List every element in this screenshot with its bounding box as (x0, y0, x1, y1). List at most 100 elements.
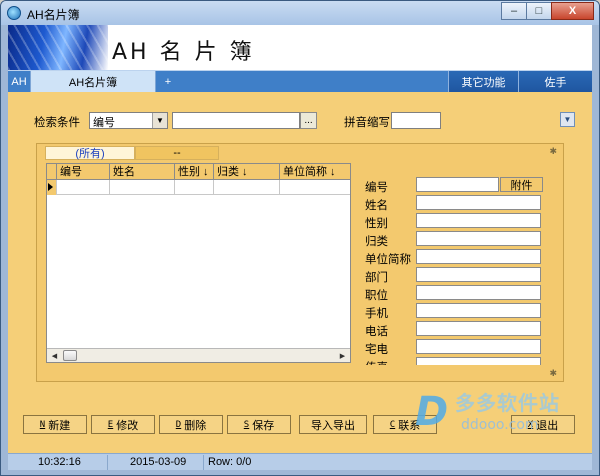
cell-company[interactable] (280, 180, 350, 195)
field-label: 部门 (365, 272, 388, 284)
field-label: 单位简称 (365, 254, 411, 266)
pinyin-input[interactable] (391, 112, 441, 129)
save-button[interactable]: S 保存 (227, 415, 291, 434)
banner: AH 名 片 簿 (8, 25, 592, 70)
field-label: 归类 (365, 236, 388, 248)
form-row-gender: 性别 (359, 213, 549, 231)
records-panel: (所有) -- ✱ 编号 姓名 性别 ↓ 归类 ↓ 单位简称 ↓ ◀ ▶ 编号 … (36, 143, 564, 382)
window-controls: – □ X (501, 2, 594, 21)
scroll-left-icon[interactable]: ◀ (49, 350, 60, 361)
category-tab-other[interactable]: -- (135, 146, 219, 160)
scroll-right-icon[interactable]: ▶ (337, 350, 348, 361)
app-icon (7, 6, 21, 20)
form-row-position: 职位 (359, 285, 549, 303)
hotkey: S (243, 419, 250, 430)
status-time: 10:32:16 (8, 455, 108, 470)
mobile-field[interactable] (416, 303, 541, 318)
tab-bar: AH AH名片簿 + 其它功能 佐手 (8, 70, 592, 92)
button-label: 联系 (398, 419, 421, 432)
tab-other-functions[interactable]: 其它功能 (448, 71, 518, 92)
column-header-name[interactable]: 姓名 (110, 164, 175, 180)
fax-field[interactable] (416, 357, 541, 365)
button-label: 删除 (184, 419, 207, 432)
scroll-thumb[interactable] (63, 350, 77, 361)
button-label: 退出 (536, 419, 559, 432)
name-field[interactable] (416, 195, 541, 210)
import-export-button[interactable]: 导入导出 (299, 415, 367, 434)
grid-header: 编号 姓名 性别 ↓ 归类 ↓ 单位简称 ↓ (47, 164, 350, 180)
horizontal-scrollbar[interactable]: ◀ ▶ (47, 348, 350, 362)
form-row-department: 部门 (359, 267, 549, 285)
form-row-fax: 传真 (359, 357, 549, 365)
status-bar: 10:32:16 2015-03-09 Row: 0/0 (8, 453, 592, 470)
collapse-icon[interactable]: ▼ (560, 112, 575, 127)
company-field[interactable] (416, 249, 541, 264)
button-label: 保存 (252, 419, 275, 432)
minimize-button[interactable]: – (501, 2, 527, 20)
search-input[interactable] (172, 112, 300, 129)
hotkey: D (175, 419, 182, 430)
form-row-home-phone: 宅电 (359, 339, 549, 357)
current-row-icon (48, 183, 53, 191)
cell-gender[interactable] (175, 180, 214, 195)
column-header-company[interactable]: 单位简称 ↓ (280, 164, 350, 180)
delete-button[interactable]: D 删除 (159, 415, 223, 434)
phone-field[interactable] (416, 321, 541, 336)
form-row-id: 编号 附件 (359, 177, 549, 195)
attachment-button[interactable]: 附件 (500, 177, 543, 192)
department-field[interactable] (416, 267, 541, 282)
button-label: 修改 (116, 419, 139, 432)
window-title: AH名片簿 (27, 8, 80, 22)
title-bar: AH名片簿 – □ X (1, 1, 599, 25)
cell-name[interactable] (110, 180, 175, 195)
hotkey: E (107, 419, 114, 430)
category-tab-all[interactable]: (所有) (45, 146, 135, 160)
pinyin-label: 拼音缩写 (344, 117, 390, 129)
bottom-toolbar: N 新建 E 修改 D 删除 S 保存 导入导出 C 联系 X 退出 (23, 415, 588, 435)
browse-button[interactable]: ... (300, 112, 317, 129)
chevron-down-icon[interactable]: ▼ (152, 113, 167, 128)
search-field-value: 编号 (93, 117, 115, 129)
edit-button[interactable]: E 修改 (91, 415, 155, 434)
id-field[interactable] (416, 177, 499, 192)
form-row-mobile: 手机 (359, 303, 549, 321)
form-row-category: 归类 (359, 231, 549, 249)
hotkey: X (527, 419, 534, 430)
status-date: 2015-03-09 (108, 455, 204, 470)
cell-id[interactable] (57, 180, 110, 195)
grid-corner (47, 164, 57, 180)
field-label: 性别 (365, 218, 388, 230)
tab-assistant[interactable]: 佐手 (518, 71, 592, 92)
cell-category[interactable] (214, 180, 280, 195)
form-row-phone: 电话 (359, 321, 549, 339)
position-field[interactable] (416, 285, 541, 300)
row-selector[interactable] (47, 180, 57, 195)
column-header-gender[interactable]: 性别 ↓ (175, 164, 214, 180)
exit-button[interactable]: X 退出 (511, 415, 575, 434)
home-phone-field[interactable] (416, 339, 541, 354)
field-label: 手机 (365, 308, 388, 320)
maximize-button[interactable]: □ (526, 2, 552, 20)
tab-ah-namecard[interactable]: AH名片簿 (30, 71, 156, 92)
new-button[interactable]: N 新建 (23, 415, 87, 434)
app-window: AH名片簿 – □ X AH 名 片 簿 AH AH名片簿 + 其它功能 佐手 … (0, 0, 600, 476)
search-field-select[interactable]: 编号 ▼ (89, 112, 168, 129)
contact-button[interactable]: C 联系 (373, 415, 437, 434)
form-row-company: 单位简称 (359, 249, 549, 267)
records-grid[interactable]: 编号 姓名 性别 ↓ 归类 ↓ 单位简称 ↓ ◀ ▶ (46, 163, 351, 363)
category-field[interactable] (416, 231, 541, 246)
add-tab-button[interactable]: + (160, 71, 176, 92)
pin-icon: ✱ (549, 368, 557, 378)
column-header-id[interactable]: 编号 (57, 164, 110, 180)
gender-field[interactable] (416, 213, 541, 228)
hotkey: N (39, 419, 46, 430)
pin-icon: ✱ (549, 146, 557, 156)
column-header-category[interactable]: 归类 ↓ (214, 164, 280, 180)
tab-home[interactable]: AH (8, 71, 30, 92)
field-label: 姓名 (365, 200, 388, 212)
close-button[interactable]: X (551, 2, 594, 20)
banner-art (8, 25, 108, 70)
banner-title: AH 名 片 簿 (112, 40, 255, 65)
detail-form: 编号 附件 姓名 性别 归类 单位简称 部门 职位 手机 电话 宅电 (359, 165, 549, 365)
table-row[interactable] (47, 180, 350, 195)
